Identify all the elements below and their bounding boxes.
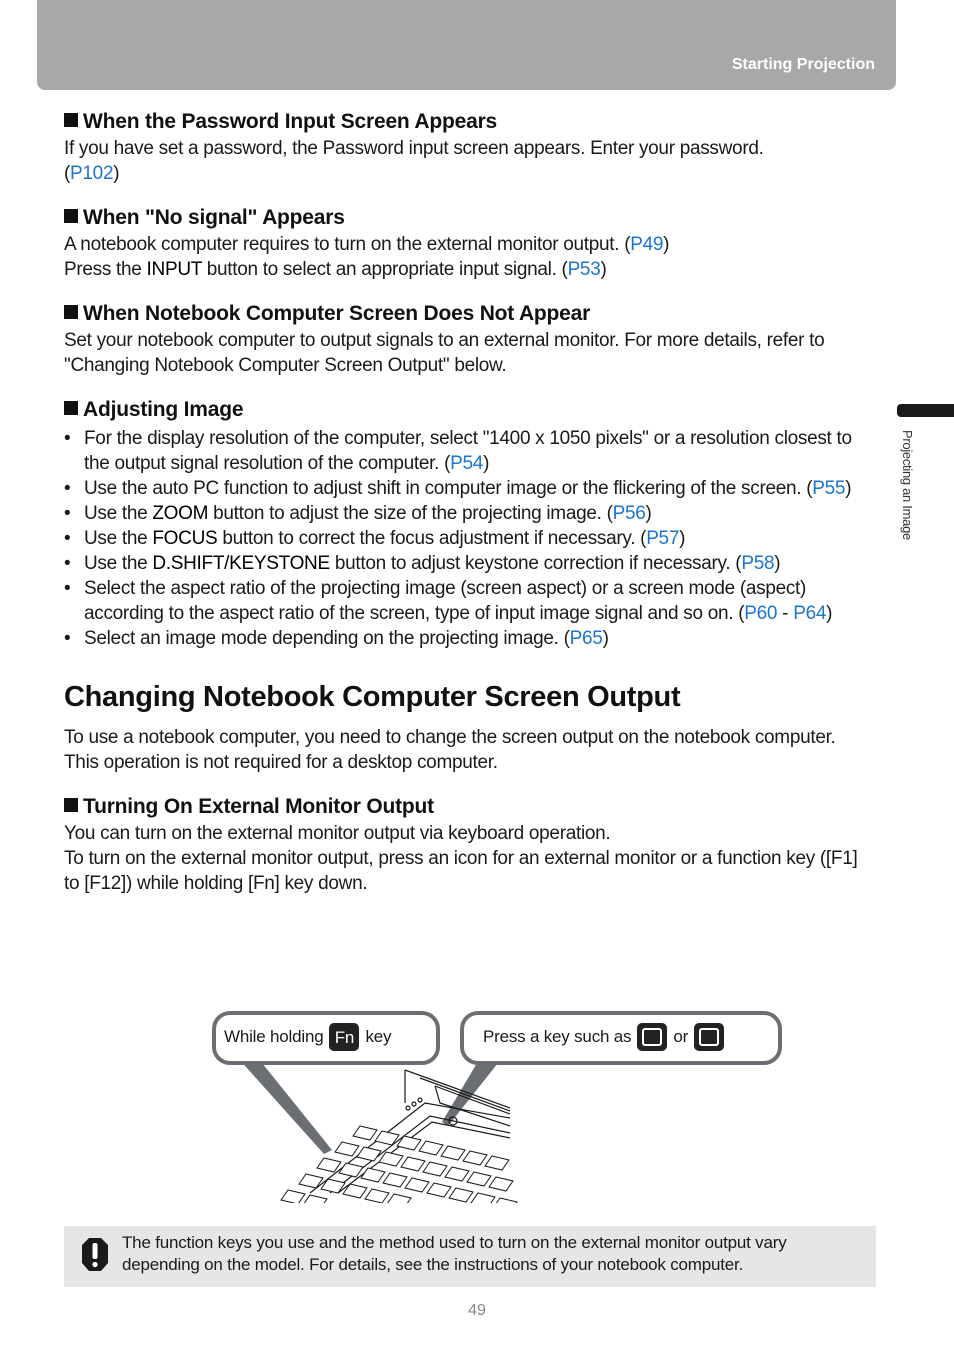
- troubleshooting-sections: When the Password Input Screen Appears If…: [64, 108, 876, 378]
- keyboard-illustration: While holding Fn key Press a key such as…: [210, 1008, 790, 1203]
- list-item: Select an image mode depending on the pr…: [64, 626, 876, 651]
- keyboard-key: [488, 1176, 514, 1192]
- keyboard-key: [303, 1194, 328, 1203]
- page-reference-link[interactable]: P49: [630, 234, 663, 255]
- caution-text: The function keys you use and the method…: [122, 1233, 787, 1274]
- keyboard-key: [352, 1125, 378, 1141]
- page-reference-link[interactable]: P56: [613, 503, 646, 524]
- keyboard-key: [382, 1172, 408, 1188]
- body-text: Set your notebook computer to output sig…: [64, 330, 825, 376]
- keyboard-key: [400, 1156, 426, 1172]
- keyboard-key: [440, 1145, 466, 1161]
- page-number: 49: [468, 1302, 486, 1319]
- button-name: FOCUS: [152, 528, 218, 549]
- section-adjusting-image: Adjusting Image For the display resoluti…: [64, 396, 876, 651]
- keyboard-key: [404, 1177, 430, 1193]
- keyboard-key: [462, 1150, 488, 1166]
- monitor-key-alt-icon: [694, 1023, 725, 1051]
- side-tab-marker: [897, 404, 954, 417]
- keyboard-key: [448, 1187, 474, 1203]
- body-text: If you have set a password, the Password…: [64, 138, 764, 159]
- keyboard-key: [364, 1188, 390, 1203]
- keyboard-key: [466, 1171, 492, 1187]
- callout-monitor-key: Press a key such as or: [460, 1011, 782, 1065]
- list-item: Use the auto PC function to adjust shift…: [64, 476, 876, 501]
- callout-fn-key: While holding Fn key: [212, 1011, 440, 1065]
- list-item: Select the aspect ratio of the projectin…: [64, 576, 876, 626]
- side-tab-label: Projecting an Image: [900, 430, 915, 540]
- list-item: Use the FOCUS button to correct the focu…: [64, 526, 876, 551]
- section: When the Password Input Screen Appears If…: [64, 108, 876, 186]
- page-reference-link[interactable]: P53: [568, 259, 601, 280]
- square-bullet-icon: [64, 401, 78, 415]
- intro-line: This operation is not required for a des…: [64, 752, 498, 773]
- section-heading: Turning On External Monitor Output: [64, 793, 876, 821]
- button-name: INPUT: [146, 259, 202, 280]
- keyboard-key: [356, 1146, 382, 1162]
- list-item: For the display resolution of the comput…: [64, 426, 876, 476]
- keyboard-key: [426, 1182, 452, 1198]
- page-content: When the Password Input Screen Appears If…: [64, 108, 876, 896]
- keyboard-key: [470, 1192, 496, 1203]
- keyboard-key: [418, 1140, 444, 1156]
- monitor-key-icon: [637, 1023, 668, 1051]
- page-reference-link[interactable]: P60: [744, 603, 777, 624]
- page-reference-link[interactable]: P102: [70, 163, 113, 184]
- keyboard-key: [316, 1157, 342, 1173]
- list-item: Use the ZOOM button to adjust the size o…: [64, 501, 876, 526]
- section: When Notebook Computer Screen Does Not A…: [64, 300, 876, 378]
- keyboard-key: [334, 1141, 360, 1157]
- section-heading: When "No signal" Appears: [64, 204, 876, 232]
- list-item: Use the D.SHIFT/KEYSTONE button to adjus…: [64, 551, 876, 576]
- square-bullet-icon: [64, 798, 78, 812]
- keyboard-key: [495, 1197, 518, 1203]
- section-heading: When the Password Input Screen Appears: [64, 108, 876, 136]
- caution-icon: [82, 1238, 108, 1271]
- keyboard-key: [422, 1161, 448, 1177]
- sub-line: You can turn on the external monitor out…: [64, 823, 611, 844]
- body-text: (P102): [64, 163, 120, 184]
- caution-note: The function keys you use and the method…: [64, 1226, 876, 1287]
- sub-line: To turn on the external monitor output, …: [64, 848, 858, 894]
- body-text: Press the INPUT button to select an appr…: [64, 259, 607, 280]
- body-text: A notebook computer requires to turn on …: [64, 234, 670, 255]
- keyboard-key: [338, 1162, 364, 1178]
- page-reference-link[interactable]: P57: [646, 528, 679, 549]
- keyboard-key: [484, 1155, 510, 1171]
- section-heading: When Notebook Computer Screen Does Not A…: [64, 300, 876, 328]
- main-title: Changing Notebook Computer Screen Output: [64, 681, 681, 713]
- page-reference-link[interactable]: P58: [741, 553, 774, 574]
- section: When "No signal" Appears A notebook compu…: [64, 204, 876, 282]
- page-reference-link[interactable]: P55: [812, 478, 845, 499]
- keyboard-key: [280, 1189, 306, 1203]
- intro-line: To use a notebook computer, you need to …: [64, 727, 836, 748]
- keyboard-key: [378, 1151, 404, 1167]
- keyboard-key: [444, 1166, 470, 1182]
- page-reference-link[interactable]: P54: [450, 453, 483, 474]
- button-name: ZOOM: [152, 503, 209, 524]
- page-reference-link[interactable]: P65: [570, 628, 603, 649]
- fn-key-icon: Fn: [329, 1023, 360, 1051]
- keyboard-key: [387, 1193, 412, 1203]
- square-bullet-icon: [64, 209, 78, 223]
- square-bullet-icon: [64, 305, 78, 319]
- keyboard-key: [360, 1167, 386, 1183]
- square-bullet-icon: [64, 113, 78, 127]
- adjusting-list: For the display resolution of the comput…: [64, 426, 876, 651]
- page-header: Starting Projection: [37, 0, 896, 90]
- button-name: D.SHIFT/KEYSTONE: [152, 553, 330, 574]
- page-reference-link[interactable]: P64: [793, 603, 826, 624]
- section-heading: Adjusting Image: [64, 396, 876, 424]
- chapter-title: Starting Projection: [731, 56, 875, 73]
